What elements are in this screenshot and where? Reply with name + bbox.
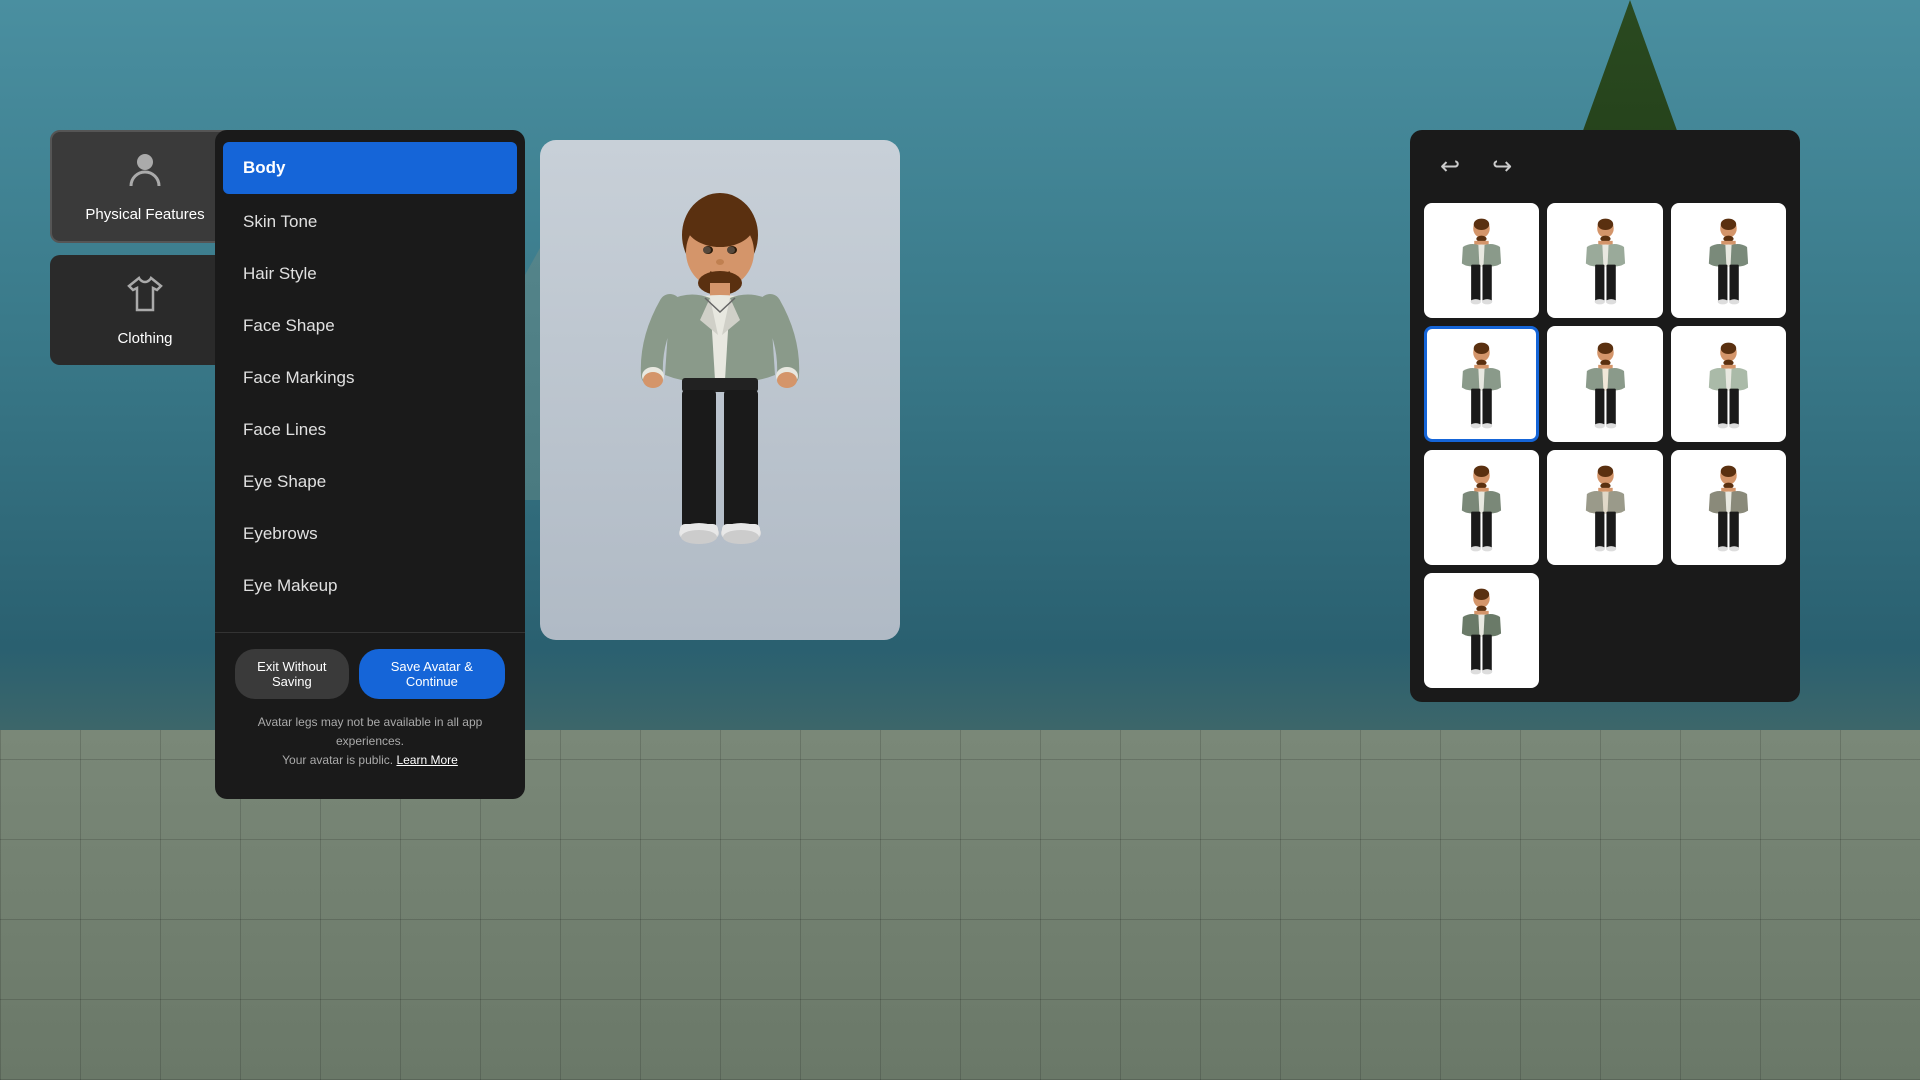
- redo-button[interactable]: ↪: [1484, 148, 1520, 185]
- footer-notice: Avatar legs may not be available in all …: [235, 713, 505, 771]
- menu-item-face-shape[interactable]: Face Shape: [215, 300, 525, 352]
- panel-footer: Exit Without Saving Save Avatar & Contin…: [215, 632, 525, 779]
- style-card-2[interactable]: [1547, 203, 1662, 318]
- avatar-svg: [610, 180, 830, 600]
- style-card-4[interactable]: [1424, 326, 1539, 441]
- style-card-10[interactable]: [1424, 573, 1539, 688]
- style-card-8[interactable]: [1547, 450, 1662, 565]
- exit-without-saving-button[interactable]: Exit Without Saving: [235, 649, 349, 699]
- customization-panel: Body Skin Tone Hair Style Face Shape Fac…: [215, 130, 525, 799]
- style-card-5[interactable]: [1547, 326, 1662, 441]
- category-clothing[interactable]: Clothing: [50, 255, 240, 365]
- menu-item-skin-tone[interactable]: Skin Tone: [215, 196, 525, 248]
- style-card-7[interactable]: [1424, 450, 1539, 565]
- menu-item-face-lines[interactable]: Face Lines: [215, 404, 525, 456]
- style-grid: [1424, 203, 1786, 688]
- learn-more-link[interactable]: Learn More: [396, 753, 457, 767]
- style-card-9[interactable]: [1671, 450, 1786, 565]
- save-avatar-button[interactable]: Save Avatar & Continue: [359, 649, 505, 699]
- footer-buttons: Exit Without Saving Save Avatar & Contin…: [235, 649, 505, 699]
- style-card-3[interactable]: [1671, 203, 1786, 318]
- category-physical-features[interactable]: Physical Features: [50, 130, 240, 243]
- physical-features-icon: [125, 150, 165, 198]
- style-card-6[interactable]: [1671, 326, 1786, 441]
- menu-item-hair-style[interactable]: Hair Style: [215, 248, 525, 300]
- clothing-icon: [125, 274, 165, 322]
- menu-list: Body Skin Tone Hair Style Face Shape Fac…: [215, 130, 525, 622]
- physical-features-label: Physical Features: [85, 206, 204, 223]
- undo-button[interactable]: ↩: [1432, 148, 1468, 185]
- category-panel: Physical Features Clothing: [50, 130, 240, 365]
- menu-item-eye-shape[interactable]: Eye Shape: [215, 456, 525, 508]
- panel-toolbar: ↩ ↪: [1424, 144, 1786, 189]
- menu-item-face-markings[interactable]: Face Markings: [215, 352, 525, 404]
- avatar-figure: [610, 180, 830, 600]
- avatar-preview-panel: [540, 140, 900, 640]
- style-card-1[interactable]: [1424, 203, 1539, 318]
- menu-item-body[interactable]: Body: [223, 142, 517, 194]
- menu-item-eye-makeup[interactable]: Eye Makeup: [215, 560, 525, 612]
- menu-item-eyebrows[interactable]: Eyebrows: [215, 508, 525, 560]
- clothing-label: Clothing: [117, 330, 172, 347]
- style-options-panel: ↩ ↪: [1410, 130, 1800, 702]
